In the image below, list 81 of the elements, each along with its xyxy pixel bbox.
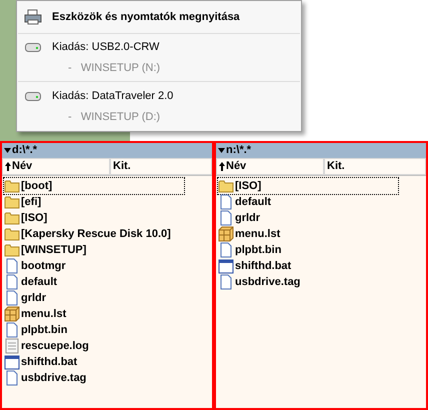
document-icon: [218, 274, 234, 290]
folder-icon: [4, 227, 20, 241]
file-name: [Kapersky Rescue Disk 10.0]: [21, 226, 171, 242]
file-row[interactable]: shifthd.bat: [218, 258, 424, 274]
folder-icon: [4, 243, 20, 257]
file-row[interactable]: bootmgr: [4, 258, 210, 274]
file-name: plpbt.bin: [21, 322, 68, 338]
document-icon: [218, 194, 234, 210]
drive-icon: [25, 92, 41, 101]
file-row[interactable]: usbdrive.tag: [218, 274, 424, 290]
dropdown-icon: [4, 148, 11, 153]
document-icon: [4, 370, 20, 386]
file-name: plpbt.bin: [235, 242, 282, 258]
menu-title: Eszközök és nyomtatók megnyitása: [51, 10, 240, 25]
eject-label: Kiadás: DataTraveler 2.0: [51, 89, 174, 104]
file-name: rescuepe.log: [21, 338, 89, 354]
menu-item[interactable]: Kiadás: DataTraveler 2.0 - WINSETUP (D:): [18, 82, 300, 131]
folder-icon: [4, 211, 20, 225]
folder-icon: [4, 195, 20, 209]
document-icon: [218, 242, 234, 258]
file-name: usbdrive.tag: [235, 274, 300, 290]
file-row[interactable]: rescuepe.log: [4, 338, 210, 354]
column-header[interactable]: Kit.: [110, 158, 212, 175]
file-row[interactable]: plpbt.bin: [4, 322, 210, 338]
file-row[interactable]: shifthd.bat: [4, 354, 210, 370]
file-name: [boot]: [21, 178, 52, 194]
file-name: shifthd.bat: [21, 354, 78, 370]
document-icon: [218, 210, 234, 226]
file-row[interactable]: [ISO]: [218, 178, 398, 194]
folder-icon: [218, 179, 234, 193]
file-row[interactable]: usbdrive.tag: [4, 370, 210, 386]
menu-item[interactable]: Eszközök és nyomtatók megnyitása: [18, 1, 300, 34]
file-row[interactable]: menu.lst: [4, 306, 210, 322]
file-row[interactable]: menu.lst: [218, 226, 424, 242]
file-name: default: [21, 274, 58, 290]
file-row[interactable]: [efi]: [4, 194, 210, 210]
document-icon: [4, 274, 20, 290]
file-name: menu.lst: [21, 306, 66, 322]
file-name: bootmgr: [21, 258, 66, 274]
file-name: shifthd.bat: [235, 258, 292, 274]
sort-arrow-icon: [5, 162, 11, 171]
file-row[interactable]: [ISO]: [4, 210, 210, 226]
column-header[interactable]: Kit.: [324, 158, 426, 175]
window-icon: [218, 258, 234, 274]
file-row[interactable]: plpbt.bin: [218, 242, 424, 258]
menu-item[interactable]: Kiadás: USB2.0-CRW - WINSETUP (N:): [18, 34, 300, 82]
sort-arrow-icon: [219, 162, 225, 171]
path-text: d:\*.*: [12, 143, 38, 158]
dropdown-icon: [218, 148, 225, 153]
drive-icon: [25, 42, 41, 52]
file-name: [ISO]: [235, 178, 262, 194]
file-name: menu.lst: [235, 226, 280, 242]
volume-label: - WINSETUP (D:): [67, 110, 162, 125]
file-row[interactable]: [boot]: [4, 178, 184, 194]
file-row[interactable]: default: [218, 194, 424, 210]
file-row[interactable]: default: [4, 274, 210, 290]
file-row[interactable]: grldr: [218, 210, 424, 226]
document-icon: [4, 258, 20, 274]
printer-icon: [24, 8, 42, 25]
column-header[interactable]: Név: [2, 158, 110, 175]
document-icon: [4, 322, 20, 338]
path-text: n:\*.*: [226, 143, 252, 158]
file-name: [WINSETUP]: [21, 242, 86, 258]
file-row[interactable]: [WINSETUP]: [4, 242, 210, 258]
window-icon: [4, 354, 20, 370]
file-row[interactable]: [Kapersky Rescue Disk 10.0]: [4, 226, 210, 242]
file-name: [ISO]: [21, 210, 48, 226]
document-icon: [4, 290, 20, 306]
file-name: grldr: [235, 210, 260, 226]
notepad-icon: [4, 338, 20, 354]
file-name: grldr: [21, 290, 46, 306]
folder-icon: [4, 179, 20, 193]
column-header[interactable]: Név: [216, 158, 324, 175]
eject-label: Kiadás: USB2.0-CRW: [51, 40, 160, 56]
volume-label: - WINSETUP (N:): [67, 60, 162, 76]
grid-box-icon: [218, 226, 234, 242]
file-row[interactable]: grldr: [4, 290, 210, 306]
file-name: usbdrive.tag: [21, 370, 86, 386]
grid-box-icon: [4, 306, 20, 322]
file-name: default: [235, 194, 272, 210]
file-name: [efi]: [21, 194, 42, 210]
